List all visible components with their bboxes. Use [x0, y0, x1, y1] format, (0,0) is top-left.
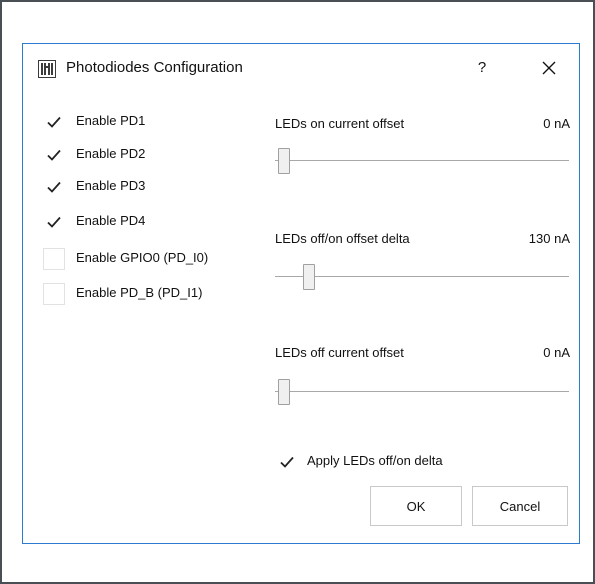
checkbox[interactable] [43, 211, 65, 233]
slider-value-leds-on: 0 nA [543, 116, 570, 131]
checkbox[interactable] [43, 283, 65, 305]
slider-handle[interactable] [302, 264, 315, 290]
checkmark-icon [47, 216, 61, 228]
slider-handle[interactable] [278, 379, 290, 405]
slider-track [275, 391, 569, 392]
checkbox-label: Enable PD4 [76, 213, 146, 228]
checkbox-label: Enable PD1 [76, 113, 146, 128]
help-button[interactable]: ? [470, 55, 494, 81]
cancel-button[interactable]: Cancel [472, 486, 568, 526]
ok-button[interactable]: OK [370, 486, 462, 526]
checkbox-label: Enable PD_B (PD_I1) [76, 285, 203, 300]
slider-label-leds-on: LEDs on current offset [275, 116, 405, 131]
checkbox-label: Enable PD2 [76, 146, 146, 161]
checkmark-icon [47, 116, 61, 128]
slider-label-leds-delta: LEDs off/on offset delta [275, 231, 410, 246]
close-button[interactable] [534, 55, 564, 81]
slider-value-leds-delta: 130 nA [528, 231, 570, 246]
slider-handle[interactable] [278, 148, 290, 174]
slider-value-leds-off: 0 nA [543, 345, 570, 360]
slider-track [275, 160, 569, 161]
checkbox-label: Enable PD3 [76, 178, 146, 193]
checkbox[interactable] [43, 111, 65, 133]
slider-leds-off-offset[interactable] [275, 379, 569, 405]
checkbox[interactable] [43, 144, 65, 166]
slider-label-leds-off: LEDs off current offset [275, 345, 404, 360]
slider-leds-on-offset[interactable] [275, 148, 569, 174]
checkbox[interactable] [43, 176, 65, 198]
checkbox-label: Enable GPIO0 (PD_I0) [76, 250, 209, 265]
checkmark-icon [47, 181, 61, 193]
slider-leds-offset-delta[interactable] [275, 264, 569, 290]
apply-delta-checkbox[interactable] [276, 451, 298, 473]
dialog-title: Photodiodes Configuration [66, 59, 243, 76]
slider-track [275, 276, 569, 277]
checkmark-icon [280, 456, 294, 468]
close-icon [542, 61, 556, 75]
apply-delta-label: Apply LEDs off/on delta [307, 453, 443, 468]
checkmark-icon [47, 149, 61, 161]
checkbox[interactable] [43, 248, 65, 270]
app-logo-icon [38, 60, 56, 78]
